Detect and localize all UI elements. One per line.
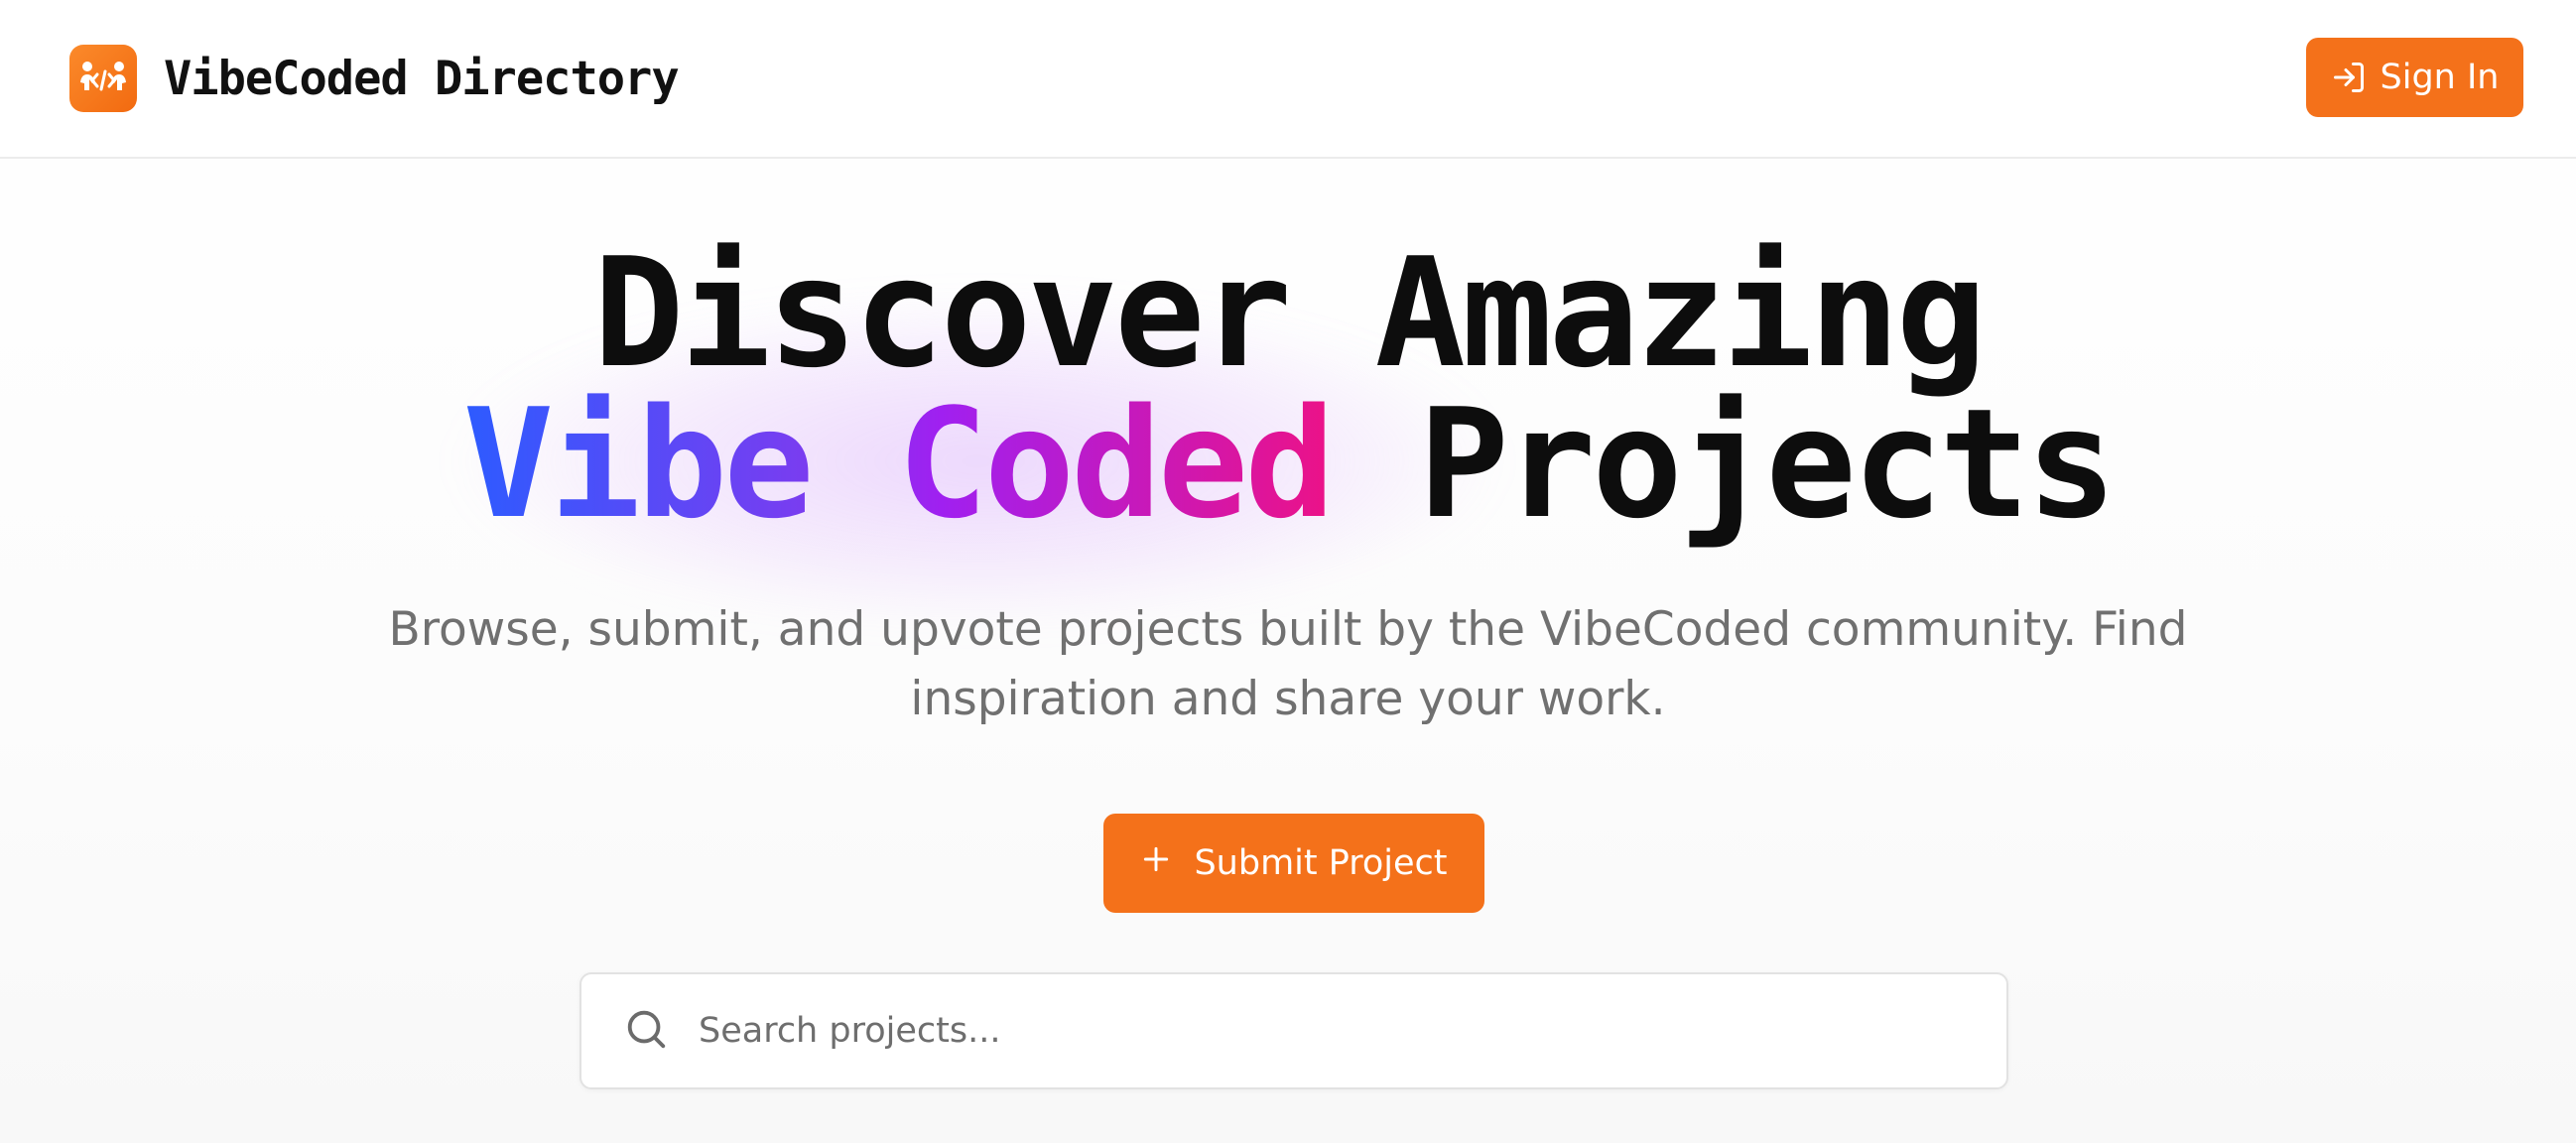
search-input[interactable]: [699, 1011, 2006, 1051]
sign-in-label: Sign In: [2380, 58, 2500, 97]
hero-title-line-1: Discover Amazing: [592, 225, 1987, 401]
top-header: VibeCoded Directory Sign In: [0, 0, 2576, 159]
sign-in-button[interactable]: Sign In: [2306, 38, 2523, 117]
search-icon: [623, 1006, 669, 1056]
plus-icon: [1140, 843, 1172, 884]
submit-project-label: Submit Project: [1194, 843, 1448, 883]
code-people-icon: [69, 45, 137, 112]
hero-subtitle: Browse, submit, and upvote projects buil…: [388, 602, 2188, 726]
hero-title-line-2: Vibe Coded Projects: [0, 389, 2576, 540]
brand-name: VibeCoded Directory: [164, 51, 680, 106]
sign-in-icon: [2331, 60, 2367, 95]
search-bar[interactable]: [580, 972, 2008, 1089]
submit-project-button[interactable]: Submit Project: [1103, 814, 1484, 913]
brand[interactable]: VibeCoded Directory: [69, 45, 680, 112]
page: VibeCoded Directory Sign In Discover Ama…: [0, 0, 2576, 1143]
hero-title-rest: Projects: [1418, 376, 2117, 552]
hero-title-highlight: Vibe Coded: [462, 376, 1336, 552]
